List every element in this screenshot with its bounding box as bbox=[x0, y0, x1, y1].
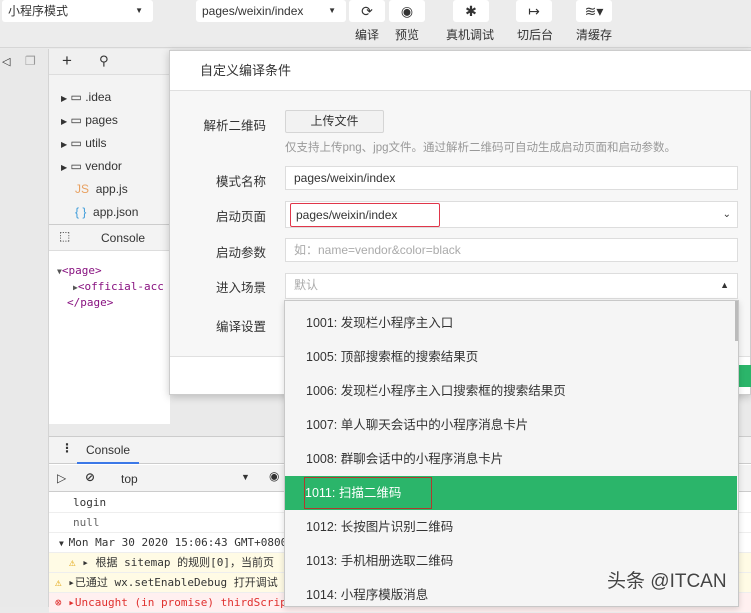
scene-option[interactable]: 1008: 群聊会话中的小程序消息卡片 bbox=[285, 442, 737, 476]
compile-settings-label: 编译设置 bbox=[215, 320, 266, 334]
scene-dropdown: 1001: 发现栏小程序主入口 1005: 顶部搜索框的搜索结果页 1006: … bbox=[284, 300, 739, 607]
dom-node[interactable]: ▶<official-acc bbox=[57, 279, 164, 295]
error-icon: ⊗ bbox=[55, 596, 62, 609]
clear-cache-label: 清缓存 bbox=[575, 28, 612, 42]
folder-icon: ▭ bbox=[70, 90, 82, 104]
scene-option-selected[interactable]: 1011: 扫描二维码 bbox=[285, 476, 737, 510]
warning-icon: ⚠ bbox=[55, 576, 62, 589]
caret-down-icon: ▼ bbox=[328, 6, 336, 15]
scene-label: 进入场景 bbox=[215, 281, 266, 295]
start-params-input[interactable]: 如：name=vendor&color=black bbox=[285, 238, 738, 262]
layers-icon: ≋▾ bbox=[584, 3, 604, 19]
clear-console-icon[interactable]: ⊘ bbox=[85, 470, 95, 484]
speaker-icon[interactable]: ◁ bbox=[2, 55, 10, 68]
tree-item-file[interactable]: { } app.json bbox=[75, 205, 138, 219]
clear-cache-button[interactable]: ≋▾ bbox=[576, 0, 612, 22]
switch-background-icon: ↦ bbox=[528, 3, 540, 19]
simulator-panel: ◁ ❐ bbox=[0, 49, 49, 607]
caret-right-icon: ▶ bbox=[61, 163, 68, 172]
remote-debug-button[interactable]: ✱ bbox=[453, 0, 489, 22]
item-label: app.js bbox=[95, 182, 128, 196]
dom-node: </page> bbox=[67, 296, 114, 309]
start-page-label: 启动页面 bbox=[215, 210, 266, 224]
top-toolbar: 小程序模式 ▼ pages/weixin/index ▼ ⟳ ◉ ✱ ↦ ≋▾ 编译… bbox=[0, 0, 751, 48]
eye-icon: ◉ bbox=[400, 3, 414, 19]
caret-down-icon[interactable]: ▼ bbox=[241, 472, 250, 482]
switch-background-label: 切后台 bbox=[516, 28, 553, 42]
devtools-panel: ⬚ Console ▼<page> ▶<official-acc </page> bbox=[49, 224, 170, 424]
scene-option[interactable]: 1006: 发现栏小程序主入口搜索框的搜索结果页 bbox=[285, 374, 737, 408]
tree-item-folder[interactable]: ▶ ▭ vendor bbox=[61, 159, 122, 173]
scene-select[interactable]: 默认 ▲ bbox=[285, 273, 738, 299]
dom-node[interactable]: ▼<page> bbox=[57, 263, 164, 279]
caret-right-icon: ▶ bbox=[61, 140, 68, 149]
mode-select[interactable]: 小程序模式 ▼ bbox=[2, 0, 153, 22]
start-page-value: pages/weixin/index bbox=[290, 203, 440, 227]
tree-item-folder[interactable]: ▶ ▭ .idea bbox=[61, 90, 111, 104]
scene-option[interactable]: 1001: 发现栏小程序主入口 bbox=[285, 306, 737, 340]
upload-hint: 仅支持上传png、jpg文件。通过解析二维码可自动生成启动页面和启动参数。 bbox=[285, 142, 677, 154]
start-page-select[interactable]: pages/weixin/index ⌄ bbox=[285, 201, 738, 228]
window-icon[interactable]: ❐ bbox=[25, 54, 36, 68]
eye-icon[interactable]: ◉ bbox=[269, 469, 279, 483]
caret-down-icon: ▼ bbox=[135, 6, 143, 15]
add-icon[interactable]: + bbox=[62, 51, 72, 71]
item-label: vendor bbox=[85, 159, 122, 173]
tree-item-file[interactable]: JS app.js bbox=[75, 182, 128, 196]
mode-select-value: 小程序模式 bbox=[8, 4, 69, 18]
tab-console[interactable]: Console bbox=[77, 437, 140, 464]
item-label: pages bbox=[85, 113, 118, 127]
search-icon[interactable]: ⚲ bbox=[99, 53, 109, 69]
page-select-value: pages/weixin/index bbox=[202, 4, 304, 18]
tab-console[interactable]: Console bbox=[101, 231, 145, 245]
folder-icon: ▭ bbox=[70, 159, 82, 173]
json-file-icon: { } bbox=[75, 205, 87, 219]
tree-toolbar: + ⚲ bbox=[49, 49, 170, 75]
scene-option[interactable]: 1007: 单人聊天会话中的小程序消息卡片 bbox=[285, 408, 737, 442]
item-label: .idea bbox=[85, 90, 112, 104]
folder-icon: ▭ bbox=[70, 113, 82, 127]
dropdown-scrollbar[interactable] bbox=[735, 301, 738, 341]
tree-item-folder[interactable]: ▶ ▭ utils bbox=[61, 136, 107, 150]
more-icon[interactable]: ⋮ bbox=[61, 441, 73, 455]
refresh-icon: ⟳ bbox=[361, 3, 373, 19]
context-select[interactable]: top bbox=[121, 472, 138, 486]
scene-option[interactable]: 1005: 顶部搜索框的搜索结果页 bbox=[285, 340, 737, 374]
preview-label: 预览 bbox=[394, 28, 419, 42]
item-label: app.json bbox=[93, 205, 139, 219]
watermark: 头条 @ITCAN bbox=[607, 571, 727, 592]
warning-icon: ⚠ bbox=[69, 556, 76, 569]
upload-file-button[interactable]: 上传文件 bbox=[285, 110, 384, 133]
chevron-up-icon: ▲ bbox=[720, 280, 729, 290]
caret-right-icon: ▶ bbox=[61, 117, 68, 126]
inspect-icon[interactable]: ⬚ bbox=[59, 229, 70, 243]
selected-option-label: 1011: 扫描二维码 bbox=[304, 477, 432, 509]
sidebar-toggle-icon[interactable]: ▷ bbox=[57, 471, 66, 485]
item-label: utils bbox=[85, 136, 107, 150]
page-select[interactable]: pages/weixin/index ▼ bbox=[196, 0, 346, 22]
js-file-icon: JS bbox=[75, 182, 90, 196]
chevron-down-icon: ⌄ bbox=[722, 209, 731, 220]
dialog-title: 自定义编译条件 bbox=[170, 51, 751, 91]
devtools-tabbar: ⬚ Console bbox=[49, 225, 170, 251]
start-params-label: 启动参数 bbox=[215, 246, 266, 260]
mode-name-input[interactable]: pages/weixin/index bbox=[285, 166, 738, 190]
mode-name-label: 模式名称 bbox=[215, 175, 266, 189]
preview-button[interactable]: ◉ bbox=[389, 0, 425, 22]
qr-label: 解析二维码 bbox=[203, 119, 266, 133]
compile-button[interactable]: ⟳ bbox=[349, 0, 385, 22]
caret-right-icon: ▶ bbox=[61, 94, 68, 103]
remote-debug-label: 真机调试 bbox=[445, 28, 494, 42]
dom-tree: ▼<page> ▶<official-acc </page> bbox=[57, 263, 164, 310]
folder-icon: ▭ bbox=[70, 136, 82, 150]
tree-item-folder[interactable]: ▶ ▭ pages bbox=[61, 113, 118, 127]
scene-option[interactable]: 1012: 长按图片识别二维码 bbox=[285, 510, 737, 544]
file-tree: + ⚲ ▶ ▭ .idea ▶ ▭ pages ▶ ▭ utils ▶ ▭ ve… bbox=[49, 49, 170, 224]
scene-placeholder: 默认 bbox=[294, 278, 319, 292]
switch-background-button[interactable]: ↦ bbox=[516, 0, 552, 22]
bug-icon: ✱ bbox=[465, 3, 477, 19]
